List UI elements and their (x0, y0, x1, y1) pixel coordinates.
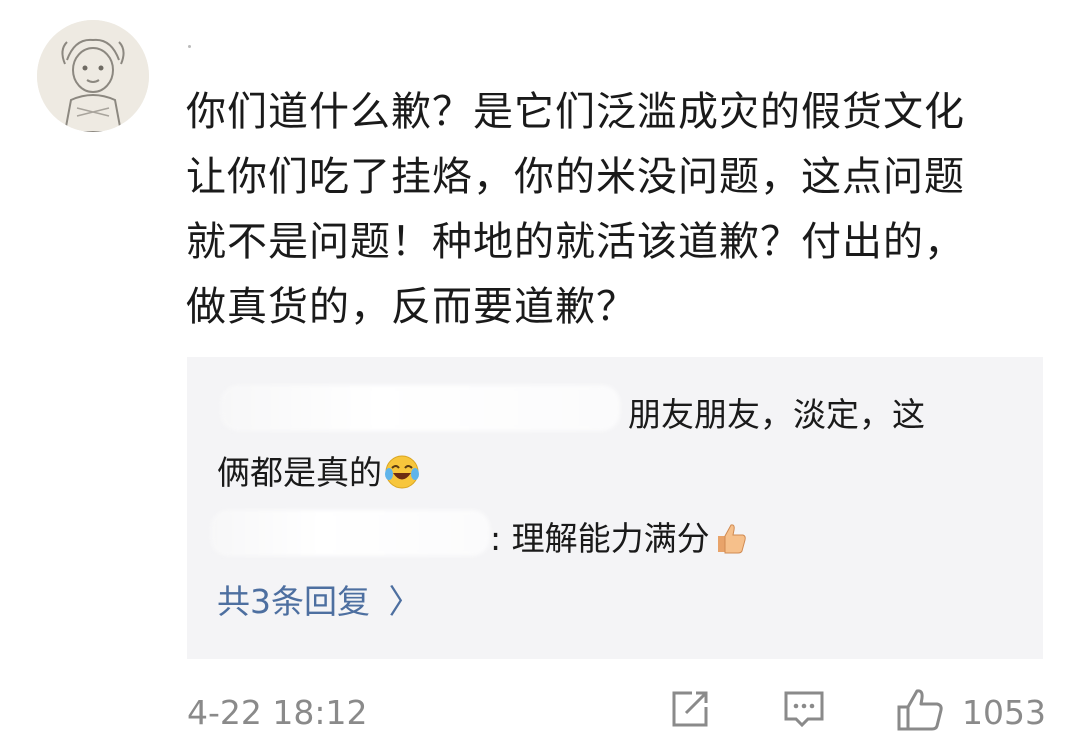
redacted-username (210, 510, 490, 556)
reply-text-cont: 俩都是真的 (217, 444, 420, 502)
reply-button[interactable] (782, 687, 826, 735)
reply-text: : 理解能力满分 (490, 519, 710, 558)
avatar[interactable] (37, 20, 149, 132)
like-button[interactable] (895, 687, 945, 737)
comment-line: 你们道什么歉？是它们泛滥成灾的假货文化 (186, 89, 965, 135)
comment-icon (784, 691, 824, 728)
reply-text: 俩都是真的 (217, 453, 382, 492)
more-replies-label: 共3条回复 (217, 582, 370, 621)
decorative-dot (188, 45, 191, 48)
reply-text: 朋友朋友，淡定，这 (628, 395, 925, 434)
timestamp: 4-22 18:12 (187, 693, 368, 732)
laughing-crying-emoji-icon (385, 455, 419, 489)
view-more-replies-link[interactable]: 共3条回复 〉 (217, 577, 422, 627)
chevron-right-icon: 〉 (388, 582, 422, 621)
comment-line: 让你们吃了挂烙，你的米没问题，这点问题 (186, 154, 965, 200)
like-count: 1053 (962, 693, 1046, 732)
comment-line: 做真货的，反而要道歉？ (186, 284, 637, 330)
share-button[interactable] (668, 687, 712, 735)
thumbs-up-icon (897, 689, 943, 731)
comment-text: 你们道什么歉？是它们泛滥成灾的假货文化 让你们吃了挂烙，你的米没问题，这点问题 … (186, 80, 1066, 340)
avatar-drawing-icon (37, 20, 149, 132)
redacted-username (220, 385, 620, 431)
thumbs-up-emoji-icon (717, 524, 746, 554)
reply-text-2: : 理解能力满分 (490, 510, 748, 568)
share-icon (672, 691, 708, 727)
comment-line: 就不是问题！种地的就活该道歉？付出的， (186, 219, 965, 265)
